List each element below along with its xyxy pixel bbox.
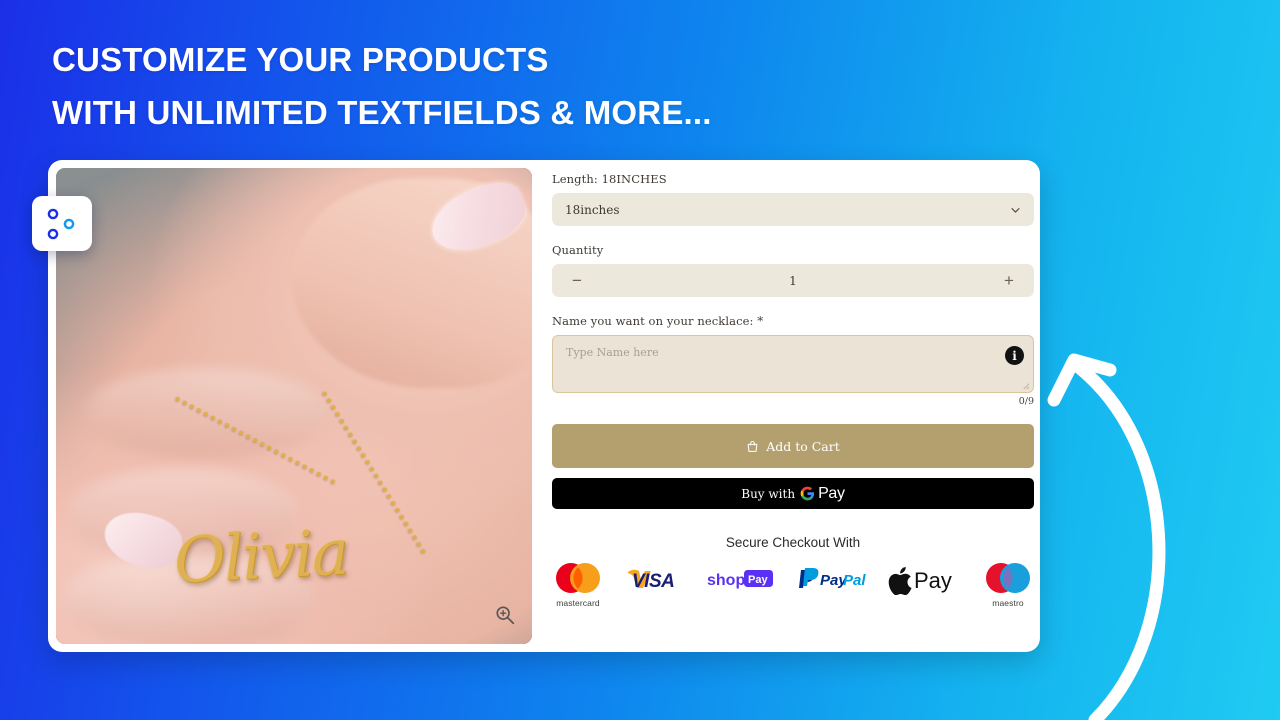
- gpay-prefix-label: Buy with: [741, 486, 796, 501]
- svg-text:Pay: Pay: [914, 568, 952, 593]
- length-label: Length: 18INCHES: [552, 172, 667, 186]
- payment-method-caption: mastercard: [556, 598, 600, 608]
- payment-method-apple-pay: Pay: [888, 562, 962, 598]
- sliders-settings-icon: [43, 208, 81, 239]
- product-card: Olivia Length: 18INCHES 18inches Quantit…: [48, 160, 1040, 652]
- info-glyph: i: [1012, 348, 1017, 363]
- quantity-increment-button[interactable]: +: [1000, 272, 1018, 289]
- headline-line-2: WITH UNLIMITED TEXTFIELDS & MORE...: [52, 94, 712, 131]
- svg-text:Pal: Pal: [843, 572, 866, 589]
- shop-pay-icon: shop Pay: [707, 570, 773, 589]
- magnifier-zoom-in-icon[interactable]: [494, 604, 516, 626]
- payment-method-paypal: Pay Pal: [796, 562, 868, 598]
- resize-grip-icon[interactable]: [1021, 381, 1030, 390]
- curved-arrow-pointing-to-textfield: [1047, 353, 1166, 720]
- svg-text:VISA: VISA: [632, 571, 674, 592]
- google-g-icon: [800, 486, 815, 501]
- add-to-cart-button[interactable]: Add to Cart: [552, 424, 1034, 468]
- quantity-value[interactable]: 1: [586, 274, 1000, 288]
- gpay-logo: Pay: [800, 485, 845, 503]
- buy-with-gpay-button[interactable]: Buy with Pay: [552, 478, 1034, 509]
- name-textarea[interactable]: Type Name here: [552, 335, 1034, 393]
- add-to-cart-label: Add to Cart: [766, 438, 840, 454]
- svg-text:shop: shop: [707, 572, 745, 589]
- visa-icon: VISA: [628, 569, 675, 592]
- length-option-group: Length: 18INCHES 18inches: [552, 172, 1034, 226]
- name-field-label: Name you want on your necklace: *: [552, 314, 1034, 328]
- product-image[interactable]: Olivia: [56, 168, 532, 644]
- name-textarea-wrapper: Type Name here i: [552, 335, 1034, 393]
- payment-method-caption: maestro: [992, 598, 1024, 608]
- payment-method-maestro: maestro: [982, 562, 1034, 608]
- paypal-icon: Pay Pal: [799, 568, 866, 589]
- payment-methods-row: mastercard VISA shop Pay Pay Pal Pay mae…: [552, 562, 1034, 608]
- quantity-decrement-button[interactable]: −: [568, 272, 586, 289]
- gpay-word-label: Pay: [818, 484, 845, 502]
- character-counter: 0/9: [1018, 396, 1034, 407]
- maestro-icon: [986, 563, 1030, 593]
- customizer-settings-badge[interactable]: [32, 196, 92, 251]
- quantity-label: Quantity: [552, 243, 604, 257]
- name-textarea-placeholder: Type Name here: [566, 346, 659, 359]
- mastercard-icon: [556, 563, 600, 593]
- name-field-group: Name you want on your necklace: * Type N…: [552, 314, 1034, 407]
- payment-method-mastercard: mastercard: [552, 562, 604, 608]
- name-field-label-text: Name you want on your necklace:: [552, 314, 754, 328]
- payment-method-shop-pay: shop Pay: [706, 562, 776, 598]
- quantity-stepper: − 1 +: [552, 264, 1034, 297]
- necklace-name-script: Olivia: [172, 515, 350, 598]
- secure-checkout-title: Secure Checkout With: [725, 535, 861, 550]
- shopping-bag-icon: [747, 440, 758, 452]
- info-circle-icon[interactable]: i: [1005, 346, 1024, 365]
- svg-text:Pay: Pay: [748, 574, 768, 586]
- headline-line-1: CUSTOMIZE YOUR PRODUCTS: [52, 41, 549, 78]
- length-select[interactable]: 18inches: [552, 193, 1034, 226]
- product-options-panel: Length: 18INCHES 18inches Quantity − 1 +…: [532, 168, 1040, 644]
- length-selected-value: 18inches: [565, 202, 620, 217]
- payment-method-visa: VISA: [624, 562, 686, 598]
- page-title: CUSTOMIZE YOUR PRODUCTS WITH UNLIMITED T…: [52, 33, 712, 139]
- quantity-option-group: Quantity − 1 +: [552, 243, 1034, 297]
- apple-pay-icon: Pay: [888, 567, 952, 595]
- required-marker: *: [757, 314, 764, 328]
- chevron-down-icon: [1011, 207, 1020, 213]
